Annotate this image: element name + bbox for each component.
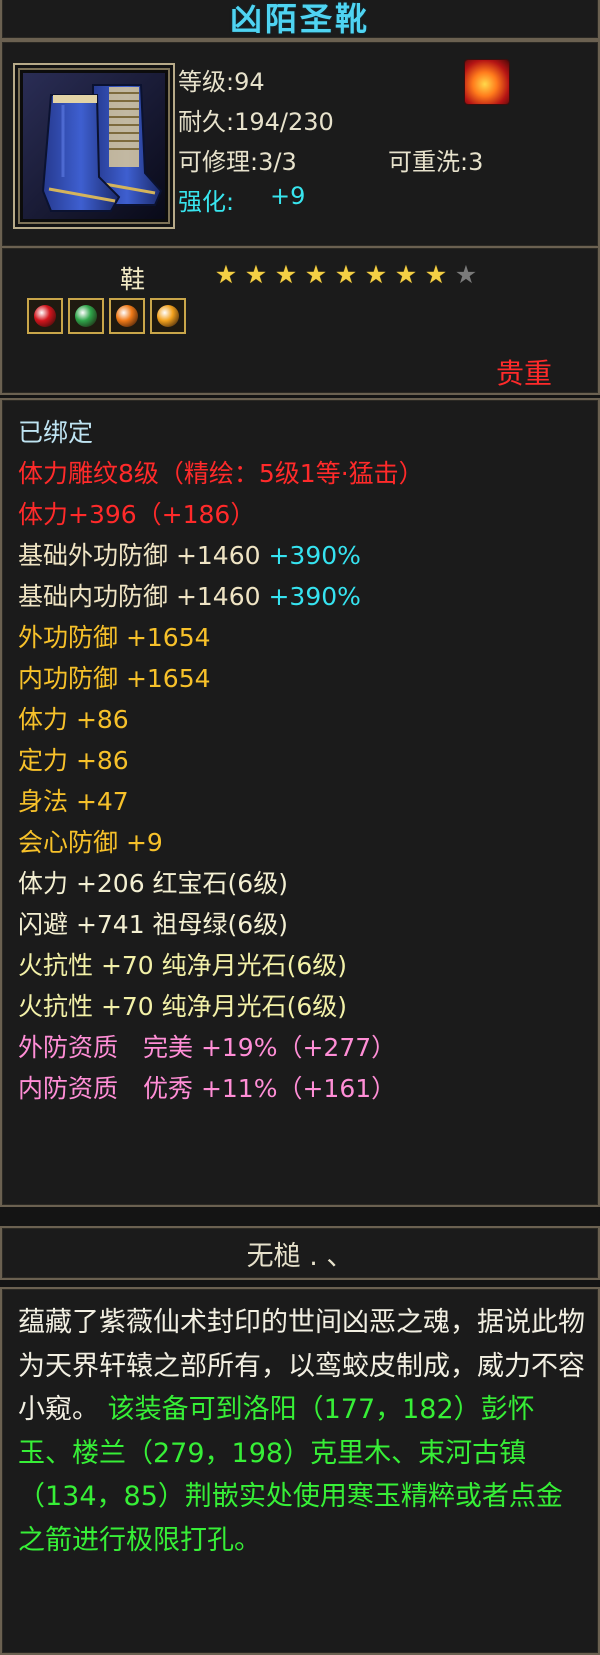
attribute-segment: 已绑定 [18,418,94,447]
gem-core [75,305,97,327]
ruby-gem-icon[interactable] [27,298,63,334]
attribute-segment: 基础内功防御 +1460 [18,582,269,611]
fire-gem-2-icon[interactable] [150,298,186,334]
separator-panel: 无槌 . 、 [0,1226,600,1280]
star-filled-icon: ★ [274,260,298,289]
attribute-row: 体力 +86 [18,699,424,740]
star-filled-icon: ★ [364,260,388,289]
attribute-segment: 体力雕纹8级（精绘：5级1等·猛击） [18,459,424,488]
hint-text: 该装备可到洛阳（177，182）彭怀玉、楼兰（279，198）克里木、束河古镇（… [18,1394,563,1556]
attribute-segment: 火抗性 +70 纯净月光石(6级) [18,951,348,980]
attribute-row: 体力 +206 红宝石(6级) [18,863,424,904]
title-panel: 凶陌圣靴 [0,0,600,40]
star-filled-icon: ★ [304,260,328,289]
star-filled-icon: ★ [214,260,238,289]
attribute-row: 体力雕纹8级（精绘：5级1等·猛击） [18,453,424,494]
attribute-row: 火抗性 +70 纯净月光石(6级) [18,945,424,986]
attribute-segment: +390% [268,582,361,611]
attribute-row: 基础内功防御 +1460 +390% [18,576,424,617]
separator-text: 无槌 . 、 [246,1241,354,1272]
attribute-segment: 闪避 +741 祖母绿(6级) [18,910,288,939]
attribute-segment: 定力 +86 [18,746,129,775]
attribute-row: 外功防御 +1654 [18,617,424,658]
attribute-segment: 外防资质 完美 +19%（+277） [18,1033,397,1062]
slot-type: 鞋 [120,265,146,294]
description: 蕴藏了紫薇仙术封印的世间凶恶之魂，据说此物为天界轩辕之部所有，以鸾蛟皮制成，威力… [18,1301,588,1562]
attribute-segment: 会心防御 +9 [18,828,163,857]
attribute-segment: 体力 +206 红宝石(6级) [18,869,288,898]
type-panel: 鞋 ★ ★ ★ ★ ★ ★ ★ ★ ★ 贵重 [0,246,600,395]
attribute-segment: 体力 +86 [18,705,129,734]
attribute-segment: 体力+396（+186） [18,500,256,529]
star-empty-icon: ★ [454,260,478,289]
enhance-label: 强化: [178,188,235,216]
attribute-row: 内防资质 优秀 +11%（+161） [18,1068,424,1109]
item-icon-frame[interactable] [13,63,175,229]
durability-stat: 耐久:194/230 [178,108,334,136]
rarity-label: 贵重 [495,357,552,390]
boots-icon [23,73,165,219]
attribute-segment: 基础外功防御 +1460 [18,541,269,570]
description-panel: 蕴藏了紫薇仙术封印的世间凶恶之魂，据说此物为天界轩辕之部所有，以鸾蛟皮制成，威力… [0,1287,600,1655]
attribute-segment: 身法 +47 [18,787,129,816]
attributes-panel: 已绑定体力雕纹8级（精绘：5级1等·猛击） 体力+396（+186） 基础外功防御 … [0,398,600,1207]
attribute-row: 闪避 +741 祖母绿(6级) [18,904,424,945]
gem-core [116,305,138,327]
emerald-gem-icon[interactable] [68,298,104,334]
star-rating: ★ ★ ★ ★ ★ ★ ★ ★ ★ [211,262,481,288]
attribute-row: 已绑定 [18,412,424,453]
gem-slots [27,298,191,338]
attribute-row: 会心防御 +9 [18,822,424,863]
level-stat: 等级:94 [178,68,265,96]
star-filled-icon: ★ [244,260,268,289]
enhance-value: +9 [270,182,306,210]
star-filled-icon: ★ [334,260,358,289]
attribute-row: 火抗性 +70 纯净月光石(6级) [18,986,424,1027]
attribute-segment: 内防资质 优秀 +11%（+161） [18,1074,397,1103]
header-panel: 等级:94 耐久:194/230 可修理:3/3 可重洗:3 强化: +9 [0,40,600,248]
attribute-segment: 外功防御 +1654 [18,623,211,652]
attribute-row: 外防资质 完美 +19%（+277） [18,1027,424,1068]
gem-core [157,305,179,327]
attribute-row: 体力+396（+186） [18,494,424,535]
attribute-list: 已绑定体力雕纹8级（精绘：5级1等·猛击） 体力+396（+186） 基础外功防御 … [18,412,424,1109]
attribute-segment: 火抗性 +70 纯净月光石(6级) [18,992,348,1021]
repairable-stat: 可修理:3/3 [178,148,297,176]
attribute-row: 基础外功防御 +1460 +390% [18,535,424,576]
attribute-row: 内功防御 +1654 [18,658,424,699]
gem-core [34,305,56,327]
rewashable-stat: 可重洗:3 [388,148,484,176]
star-filled-icon: ★ [394,260,418,289]
flame-emblem-icon [465,60,509,104]
item-name: 凶陌圣靴 [229,0,370,38]
fire-gem-1-icon[interactable] [109,298,145,334]
star-filled-icon: ★ [424,260,448,289]
attribute-row: 身法 +47 [18,781,424,822]
attribute-row: 定力 +86 [18,740,424,781]
attribute-segment: 内功防御 +1654 [18,664,211,693]
attribute-segment: +390% [268,541,361,570]
